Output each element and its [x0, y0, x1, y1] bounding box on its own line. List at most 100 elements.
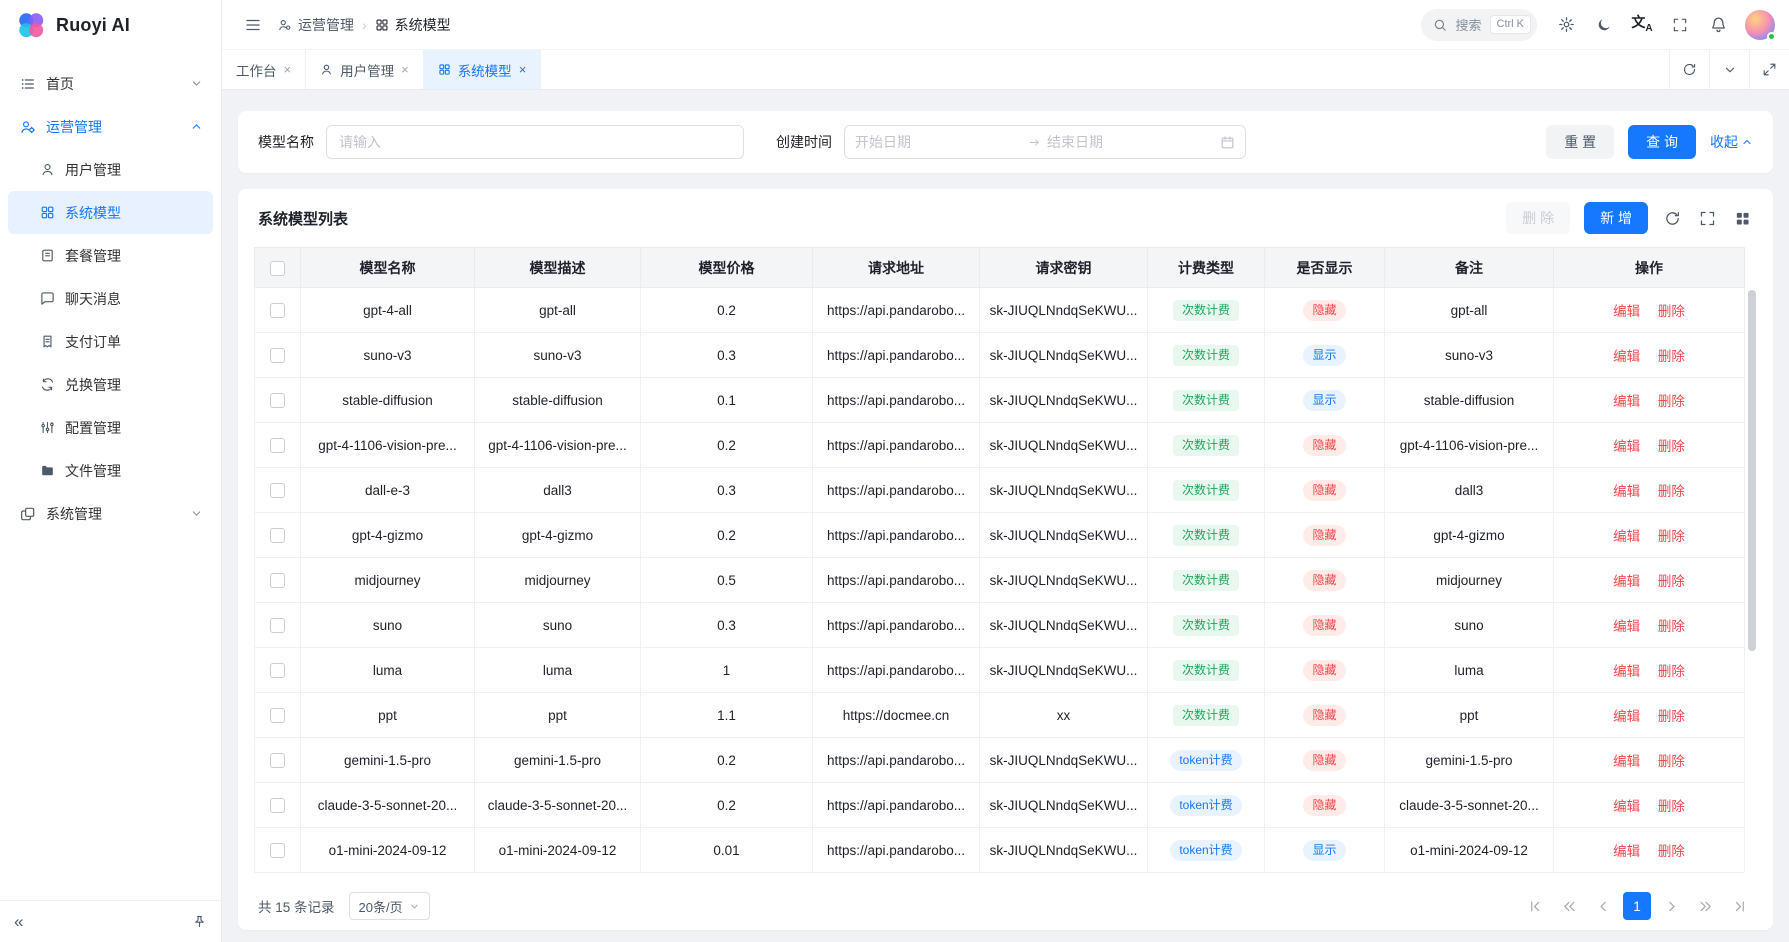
delete-link[interactable]: 删除: [1658, 799, 1685, 814]
sidebar-item-chat-messages[interactable]: 聊天消息: [8, 277, 213, 320]
refresh-table-button[interactable]: [1662, 208, 1683, 229]
maximize-content-button[interactable]: [1749, 50, 1789, 89]
dark-mode-button[interactable]: [1587, 8, 1621, 42]
tab-workbench[interactable]: 工作台 ×: [222, 50, 306, 89]
sidebar-item-config-management[interactable]: 配置管理: [8, 406, 213, 449]
delete-link[interactable]: 删除: [1658, 394, 1685, 409]
edit-link[interactable]: 编辑: [1613, 394, 1640, 409]
model-desc-cell: gemini-1.5-pro: [475, 738, 641, 783]
sidebar-group-operations[interactable]: 运营管理: [8, 105, 213, 148]
delete-link[interactable]: 删除: [1658, 484, 1685, 499]
delete-link[interactable]: 删除: [1658, 754, 1685, 769]
edit-link[interactable]: 编辑: [1613, 349, 1640, 364]
edit-link[interactable]: 编辑: [1613, 754, 1640, 769]
forward-ten-pages-button[interactable]: [1691, 892, 1719, 920]
row-checkbox[interactable]: [270, 303, 285, 318]
row-checkbox[interactable]: [270, 708, 285, 723]
avatar[interactable]: [1745, 10, 1775, 40]
table-row: gpt-4-1106-vision-pre... gpt-4-1106-visi…: [255, 423, 1745, 468]
edit-link[interactable]: 编辑: [1613, 484, 1640, 499]
tab-user-management[interactable]: 用户管理 ×: [306, 50, 424, 89]
close-icon[interactable]: ×: [519, 63, 527, 76]
delete-link[interactable]: 删除: [1658, 844, 1685, 859]
sidebar-group-label: 运营管理: [46, 117, 102, 137]
breadcrumb-item-system-model[interactable]: 系统模型: [375, 15, 451, 35]
request-url-cell: https://api.pandarobo...: [813, 558, 980, 603]
column-settings-button[interactable]: [1732, 208, 1753, 229]
sidebar-item-home[interactable]: 首页: [8, 62, 213, 105]
create-time-range-picker[interactable]: [844, 125, 1246, 159]
row-checkbox[interactable]: [270, 438, 285, 453]
edit-link[interactable]: 编辑: [1613, 439, 1640, 454]
close-icon[interactable]: ×: [284, 63, 292, 76]
row-checkbox[interactable]: [270, 618, 285, 633]
row-checkbox[interactable]: [270, 348, 285, 363]
row-checkbox[interactable]: [270, 483, 285, 498]
add-button[interactable]: 新 增: [1584, 202, 1648, 234]
sidebar-collapse-button[interactable]: «: [14, 913, 23, 930]
edit-link[interactable]: 编辑: [1613, 574, 1640, 589]
sidebar-item-exchange-management[interactable]: 兑换管理: [8, 363, 213, 406]
global-search[interactable]: 搜索 Ctrl K: [1421, 9, 1537, 41]
close-icon[interactable]: ×: [401, 63, 409, 76]
model-name-input[interactable]: [326, 125, 744, 159]
edit-link[interactable]: 编辑: [1613, 529, 1640, 544]
menu-toggle-button[interactable]: [236, 8, 270, 42]
row-checkbox[interactable]: [270, 528, 285, 543]
refresh-page-button[interactable]: [1669, 50, 1709, 89]
delete-link[interactable]: 删除: [1658, 439, 1685, 454]
breadcrumb-item-operations[interactable]: 运营管理: [278, 15, 354, 35]
settings-button[interactable]: [1549, 8, 1583, 42]
date-end-input[interactable]: [1047, 134, 1214, 150]
tab-system-model[interactable]: 系统模型 ×: [424, 50, 542, 89]
next-page-button[interactable]: [1657, 892, 1685, 920]
chat-icon: [40, 291, 55, 306]
delete-link[interactable]: 删除: [1658, 664, 1685, 679]
sidebar-group-system[interactable]: 系统管理: [8, 492, 213, 535]
page-size-select[interactable]: 20条/页: [349, 892, 430, 920]
back-ten-pages-button[interactable]: [1555, 892, 1583, 920]
edit-link[interactable]: 编辑: [1613, 619, 1640, 634]
table-scrollbar-thumb[interactable]: [1748, 290, 1756, 651]
double-chevron-right-icon: [1698, 899, 1713, 914]
edit-link[interactable]: 编辑: [1613, 304, 1640, 319]
sidebar-item-system-model[interactable]: 系统模型: [8, 191, 213, 234]
row-checkbox[interactable]: [270, 663, 285, 678]
row-checkbox[interactable]: [270, 393, 285, 408]
last-page-button[interactable]: [1725, 892, 1753, 920]
sidebar-item-user-management[interactable]: 用户管理: [8, 148, 213, 191]
delete-link[interactable]: 删除: [1658, 529, 1685, 544]
previous-page-button[interactable]: [1589, 892, 1617, 920]
edit-link[interactable]: 编辑: [1613, 799, 1640, 814]
notifications-button[interactable]: [1701, 8, 1735, 42]
collapse-filter-link[interactable]: 收起: [1710, 132, 1753, 152]
sidebar-item-payment-orders[interactable]: 支付订单: [8, 320, 213, 363]
first-page-button[interactable]: [1521, 892, 1549, 920]
sidebar-item-package-management[interactable]: 套餐管理: [8, 234, 213, 277]
tab-actions-dropdown[interactable]: [1709, 50, 1749, 89]
delete-link[interactable]: 删除: [1658, 709, 1685, 724]
sidebar-item-file-management[interactable]: 文件管理: [8, 449, 213, 492]
delete-link[interactable]: 删除: [1658, 574, 1685, 589]
table-fullscreen-button[interactable]: [1697, 208, 1718, 229]
row-checkbox[interactable]: [270, 798, 285, 813]
edit-link[interactable]: 编辑: [1613, 709, 1640, 724]
language-button[interactable]: 文A: [1625, 8, 1659, 42]
current-page-button[interactable]: 1: [1623, 892, 1651, 920]
query-button[interactable]: 查 询: [1628, 125, 1696, 159]
date-start-input[interactable]: [855, 134, 1022, 150]
reset-button[interactable]: 重 置: [1546, 125, 1614, 159]
pin-icon[interactable]: [192, 914, 207, 929]
row-checkbox[interactable]: [270, 843, 285, 858]
batch-delete-button[interactable]: 删 除: [1506, 202, 1570, 234]
delete-link[interactable]: 删除: [1658, 304, 1685, 319]
row-checkbox[interactable]: [270, 573, 285, 588]
edit-link[interactable]: 编辑: [1613, 664, 1640, 679]
fullscreen-button[interactable]: [1663, 8, 1697, 42]
user-gear-icon: [20, 119, 36, 135]
delete-link[interactable]: 删除: [1658, 619, 1685, 634]
delete-link[interactable]: 删除: [1658, 349, 1685, 364]
row-checkbox[interactable]: [270, 753, 285, 768]
select-all-checkbox[interactable]: [270, 261, 285, 276]
edit-link[interactable]: 编辑: [1613, 844, 1640, 859]
